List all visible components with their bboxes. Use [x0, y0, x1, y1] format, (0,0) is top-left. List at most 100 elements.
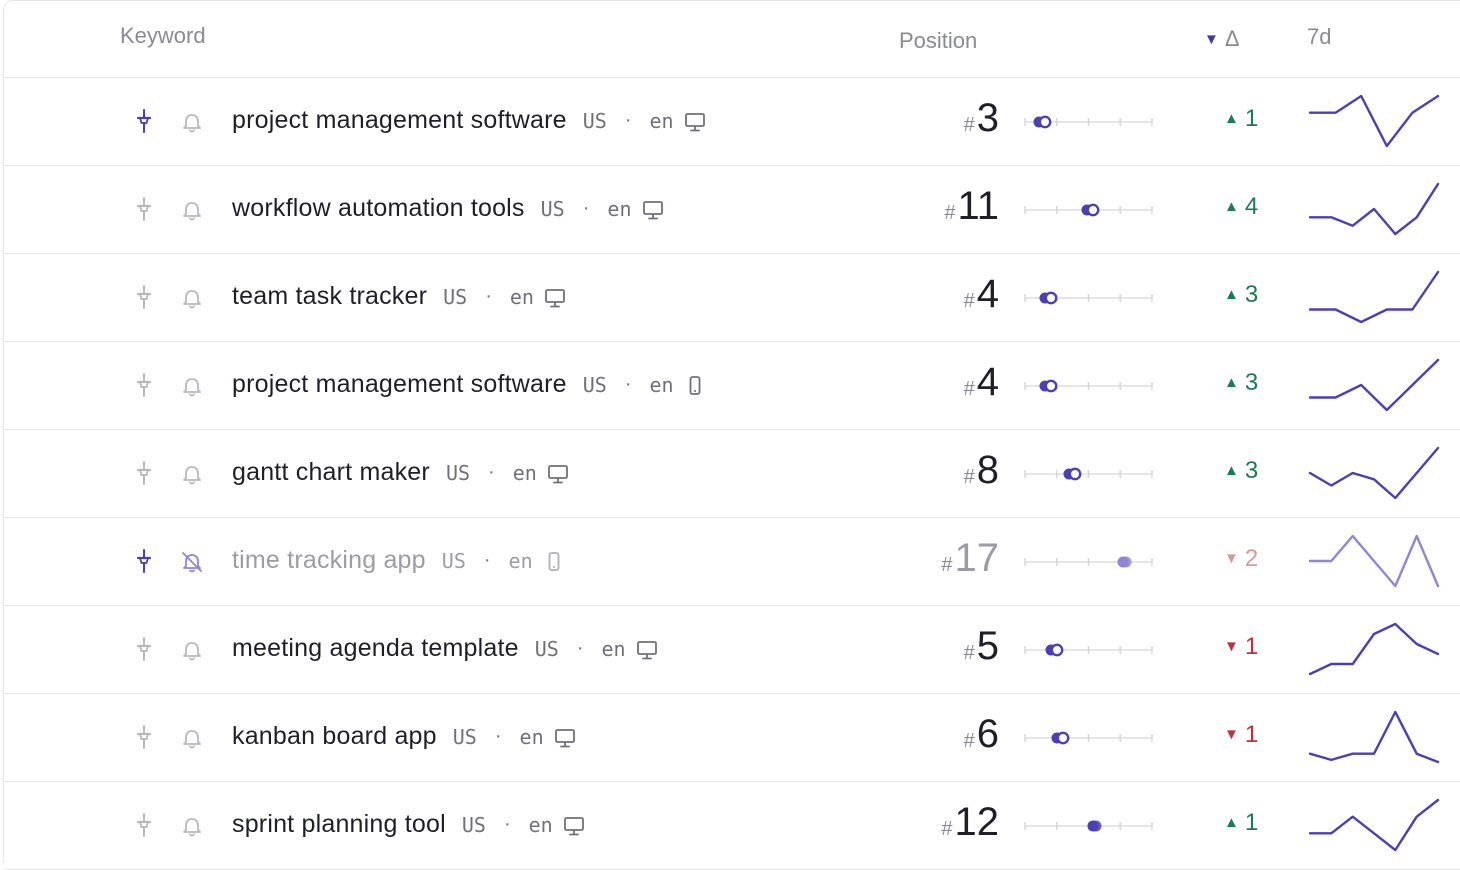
- trend-sparkline: [1308, 616, 1440, 682]
- pin-icon[interactable]: [134, 108, 154, 134]
- table-row[interactable]: gantt chart maker US · en #8 ▲ 3: [4, 430, 1460, 518]
- arrow-up-icon: ▲: [1224, 814, 1239, 831]
- meta-separator: ·: [624, 109, 632, 131]
- position-value: #4: [964, 272, 999, 317]
- delta-number: 3: [1244, 281, 1259, 308]
- range-marker-previous: [1044, 291, 1058, 305]
- position-hash: #: [963, 290, 975, 312]
- table-row[interactable]: project management software US · en #4 ▲ 3: [4, 342, 1460, 430]
- pin-icon[interactable]: [134, 812, 154, 838]
- keyword-text[interactable]: workflow automation tools: [232, 194, 525, 223]
- table-row[interactable]: time tracking app US · en #17 ▼ 2: [4, 518, 1460, 606]
- keyword-text[interactable]: meeting agenda template: [232, 634, 519, 663]
- position-number: 17: [954, 536, 1000, 580]
- bell-icon[interactable]: [180, 814, 204, 838]
- bell-icon[interactable]: [180, 286, 204, 310]
- table-row[interactable]: kanban board app US · en #6 ▼ 1: [4, 694, 1460, 782]
- position-hash: #: [963, 114, 975, 136]
- arrow-up-icon: ▲: [1224, 462, 1239, 479]
- bell-icon[interactable]: [180, 638, 204, 662]
- keyword-text[interactable]: sprint planning tool: [232, 810, 446, 839]
- position-hash: #: [963, 466, 975, 488]
- meta-separator: ·: [503, 813, 511, 835]
- delta-value: ▲ 1: [1224, 809, 1258, 837]
- country-code: US: [461, 812, 486, 837]
- position-range-chart: [1019, 462, 1155, 486]
- bell-icon[interactable]: [180, 110, 204, 134]
- desktop-icon: [547, 463, 569, 485]
- delta-value: ▲ 4: [1224, 193, 1258, 221]
- pin-icon[interactable]: [134, 460, 154, 486]
- position-value: #6: [964, 712, 999, 757]
- language-code: en: [519, 724, 544, 749]
- country-code: US: [582, 108, 607, 133]
- position-value: #17: [941, 536, 999, 581]
- position-number: 3: [976, 96, 999, 140]
- pin-icon[interactable]: [134, 636, 154, 662]
- position-hash: #: [941, 554, 953, 576]
- range-marker-previous: [1086, 203, 1100, 217]
- country-code: US: [452, 724, 477, 749]
- keyword-table: Keyword Position ▼ Δ 7d project managemen…: [3, 0, 1460, 870]
- pin-icon[interactable]: [134, 284, 154, 310]
- table-row[interactable]: meeting agenda template US · en #5 ▼ 1: [4, 606, 1460, 694]
- country-code: US: [582, 372, 607, 397]
- trend-sparkline: [1308, 88, 1440, 154]
- bell-icon[interactable]: [180, 374, 204, 398]
- column-header-keyword[interactable]: Keyword: [120, 23, 206, 49]
- mobile-icon: [543, 551, 565, 573]
- pin-icon[interactable]: [134, 372, 154, 398]
- bell-icon[interactable]: [180, 198, 204, 222]
- meta-separator: ·: [483, 549, 491, 571]
- desktop-icon: [636, 639, 658, 661]
- table-row[interactable]: team task tracker US · en #4 ▲ 3: [4, 254, 1460, 342]
- position-range-chart: [1019, 110, 1155, 134]
- keyword-text[interactable]: project management software: [232, 370, 567, 399]
- position-range-chart: [1019, 726, 1155, 750]
- position-number: 5: [976, 624, 999, 668]
- table-row[interactable]: workflow automation tools US · en #11 ▲ 4: [4, 166, 1460, 254]
- bell-icon[interactable]: [180, 726, 204, 750]
- delta-number: 1: [1244, 721, 1259, 748]
- keyword-text[interactable]: team task tracker: [232, 282, 427, 311]
- column-header-delta-label: Δ: [1224, 26, 1240, 51]
- arrow-down-icon: ▼: [1224, 726, 1239, 743]
- delta-number: 1: [1244, 633, 1259, 660]
- table-row[interactable]: project management software US · en #3 ▲ 1: [4, 78, 1460, 166]
- position-hash: #: [944, 202, 956, 224]
- keyword-text[interactable]: project management software: [232, 106, 567, 135]
- keyword-text[interactable]: gantt chart maker: [232, 458, 430, 487]
- delta-number: 4: [1244, 193, 1259, 220]
- position-range-chart: [1019, 198, 1155, 222]
- column-header-7d[interactable]: 7d: [1307, 24, 1331, 50]
- position-value: #8: [964, 448, 999, 493]
- pin-icon[interactable]: [134, 548, 154, 574]
- meta-separator: ·: [494, 725, 502, 747]
- bell-icon[interactable]: [180, 462, 204, 486]
- table-row[interactable]: sprint planning tool US · en #12 ▲ 1: [4, 782, 1460, 870]
- meta-separator: ·: [582, 197, 590, 219]
- arrow-down-icon: ▼: [1224, 638, 1239, 655]
- column-header-position[interactable]: Position: [899, 28, 977, 54]
- keyword-text[interactable]: kanban board app: [232, 722, 437, 751]
- delta-number: 1: [1244, 809, 1259, 836]
- mobile-icon: [684, 375, 706, 397]
- delta-number: 1: [1244, 105, 1259, 132]
- pin-icon[interactable]: [134, 196, 154, 222]
- meta-separator: ·: [485, 285, 492, 307]
- delta-number: 3: [1244, 457, 1259, 484]
- position-number: 4: [976, 360, 999, 404]
- desktop-icon: [642, 199, 664, 221]
- range-marker-previous: [1056, 731, 1070, 745]
- position-value: #12: [941, 800, 999, 845]
- position-hash: #: [963, 378, 975, 400]
- bell-muted-icon[interactable]: [180, 550, 204, 574]
- delta-value: ▲ 1: [1224, 105, 1258, 133]
- language-code: en: [528, 812, 553, 837]
- meta-separator: ·: [576, 637, 584, 659]
- delta-number: 2: [1244, 545, 1259, 572]
- position-range-chart: [1019, 550, 1155, 574]
- keyword-text[interactable]: time tracking app: [232, 546, 426, 575]
- pin-icon[interactable]: [134, 724, 154, 750]
- column-header-delta[interactable]: ▼ Δ: [1204, 26, 1240, 52]
